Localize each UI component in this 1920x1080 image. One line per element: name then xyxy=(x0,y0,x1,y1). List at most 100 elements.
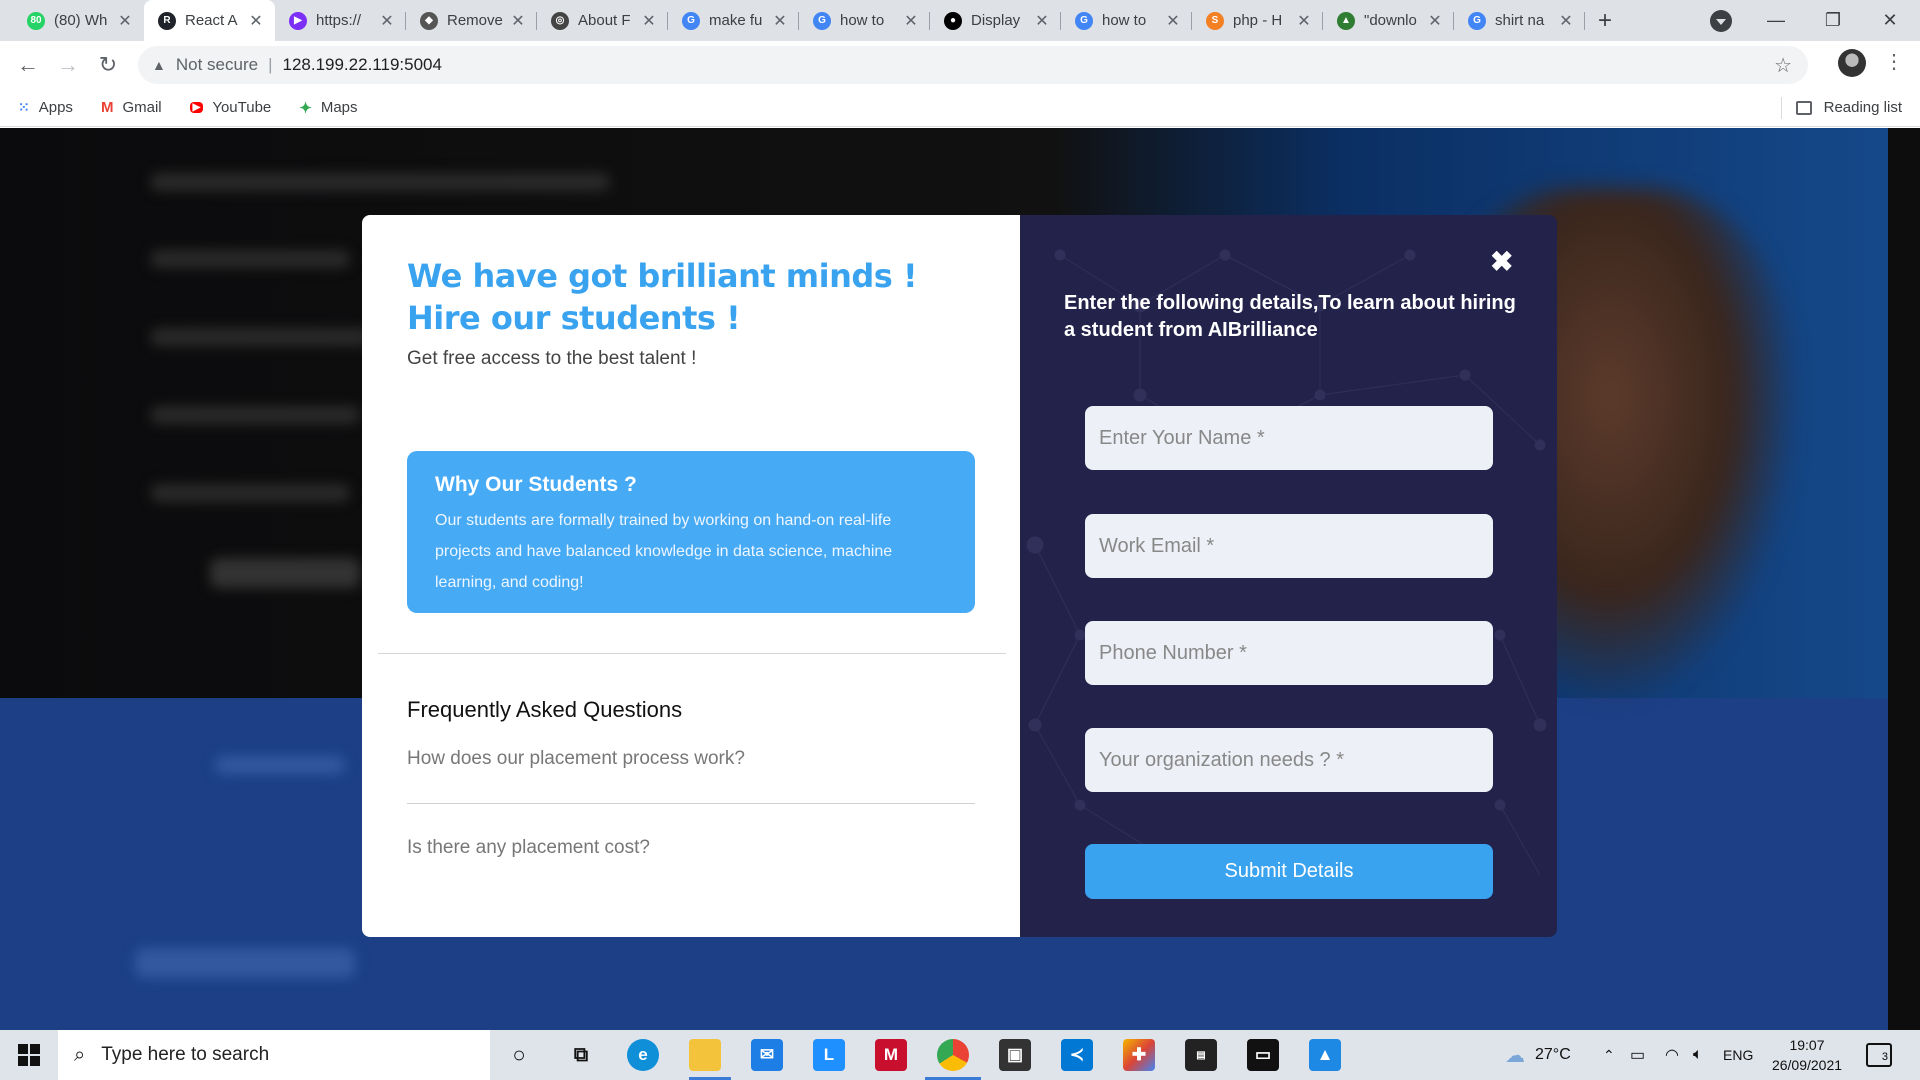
tab-close-icon[interactable]: ✕ xyxy=(378,11,396,31)
why-students-card: Why Our Students ? Our students are form… xyxy=(407,451,975,613)
photos-icon[interactable]: ▲ xyxy=(1309,1039,1341,1071)
faq-divider xyxy=(407,803,975,804)
modal-info-panel: We have got brilliant minds ! Hire our s… xyxy=(362,215,1020,937)
blurred-text xyxy=(215,756,345,774)
work-email-input[interactable] xyxy=(1085,514,1493,578)
weather-widget[interactable]: ☁ 27°C xyxy=(1505,1030,1571,1080)
search-icon: ⌕ xyxy=(74,1043,86,1066)
cortana-icon[interactable]: ○ xyxy=(503,1039,535,1071)
store-icon[interactable]: ▣ xyxy=(999,1039,1031,1071)
browser-tab[interactable]: ◆ Remove ✕ xyxy=(406,0,537,41)
profile-avatar[interactable] xyxy=(1838,49,1866,77)
faq-question-placement-process[interactable]: How does our placement process work? xyxy=(407,748,745,770)
tab-favicon-icon: S xyxy=(1206,11,1224,30)
tab-close-icon[interactable]: ✕ xyxy=(1426,11,1444,31)
restore-icon[interactable]: ❐ xyxy=(1805,0,1861,41)
browser-tab[interactable]: ● Display ✕ xyxy=(930,0,1061,41)
forward-icon[interactable]: → xyxy=(48,45,88,85)
tab-search-icon[interactable] xyxy=(1710,10,1732,32)
back-icon[interactable]: ← xyxy=(8,45,48,85)
windows-start-icon[interactable] xyxy=(18,1044,40,1066)
browser-tab[interactable]: Gmake fu ✕ xyxy=(668,0,799,41)
reload-icon[interactable]: ↻ xyxy=(88,45,128,85)
bookmark-star-icon[interactable]: ☆ xyxy=(1774,53,1792,78)
bookmark-gmail[interactable]: M Gmail xyxy=(101,99,162,116)
address-bar[interactable]: ▲ Not secure | 128.199.22.119:5004 ☆ xyxy=(138,46,1808,84)
tab-close-icon[interactable]: ✕ xyxy=(640,11,658,31)
phone-number-input[interactable] xyxy=(1085,621,1493,685)
volume-icon[interactable]: 🔈︎ xyxy=(1693,1030,1703,1080)
minimize-icon[interactable]: — xyxy=(1748,0,1804,41)
hire-students-modal: We have got brilliant minds ! Hire our s… xyxy=(362,215,1557,937)
browser-tab[interactable]: ◎ About F ✕ xyxy=(537,0,668,41)
why-card-title: Why Our Students ? xyxy=(435,473,637,496)
browser-tab[interactable]: Ghow to ✕ xyxy=(799,0,930,41)
browser-tab[interactable]: R React A ✕ xyxy=(144,0,275,41)
tab-close-icon[interactable]: ✕ xyxy=(247,11,265,31)
mail-icon[interactable]: ✉ xyxy=(751,1039,783,1071)
tab-title: php - H xyxy=(1233,12,1283,29)
tab-close-icon[interactable]: ✕ xyxy=(1164,11,1182,31)
window-close-icon[interactable]: ✕ xyxy=(1862,0,1918,41)
tab-close-icon[interactable]: ✕ xyxy=(116,11,134,31)
more-menu-icon[interactable]: ⋮ xyxy=(1884,49,1904,74)
address-separator: | xyxy=(268,55,273,74)
tab-favicon-icon: 80 xyxy=(27,11,45,30)
l-app-icon[interactable]: L xyxy=(813,1039,845,1071)
security-label[interactable]: Not secure xyxy=(176,55,258,75)
tab-title: Display xyxy=(971,12,1021,29)
tab-close-icon[interactable]: ✕ xyxy=(509,11,527,31)
task-view-icon[interactable]: ⧉ xyxy=(565,1039,597,1071)
edge-icon[interactable]: e xyxy=(627,1039,659,1071)
taskbar-search-box[interactable]: ⌕ Type here to search xyxy=(58,1030,490,1080)
tab-favicon-icon: ▶ xyxy=(289,11,307,30)
tab-close-icon[interactable]: ✕ xyxy=(902,11,920,31)
chrome-icon[interactable] xyxy=(937,1039,969,1071)
language-indicator[interactable]: ENG xyxy=(1723,1030,1753,1080)
game-app-icon[interactable]: ▤ xyxy=(1185,1039,1217,1071)
taskbar-search-placeholder: Type here to search xyxy=(101,1044,270,1065)
notification-center-icon[interactable]: 3 xyxy=(1866,1043,1892,1067)
paint-app-icon[interactable]: ✚ xyxy=(1123,1039,1155,1071)
tab-close-icon[interactable]: ✕ xyxy=(1295,11,1313,31)
wifi-icon[interactable]: ◠ xyxy=(1665,1030,1679,1080)
taskbar-clock[interactable]: 19:07 26/09/2021 xyxy=(1762,1035,1852,1075)
warning-icon[interactable]: ▲ xyxy=(152,57,166,73)
modal-close-icon[interactable]: ✖ xyxy=(1490,245,1513,278)
tab-separator xyxy=(1584,12,1585,30)
reading-list-icon xyxy=(1795,100,1812,115)
submit-details-button[interactable]: Submit Details xyxy=(1085,844,1493,899)
reading-list-button[interactable]: Reading list xyxy=(1795,99,1902,116)
tab-close-icon[interactable]: ✕ xyxy=(771,11,789,31)
tab-favicon-icon: ● xyxy=(944,11,962,30)
tab-strip: 80 (80) Wh ✕ R React A ✕ ▶ https:// ✕ ◆ Remove ✕ ◎ Ab… xyxy=(0,0,1920,41)
bookmarks-bar: ⁙ Apps M Gmail ▶ YouTube ✦ Maps Reading … xyxy=(0,89,1920,127)
browser-tab[interactable]: ▶ https:// ✕ xyxy=(275,0,406,41)
tray-expand-icon[interactable]: ⌃ xyxy=(1603,1030,1615,1080)
browser-tab[interactable]: Ghow to ✕ xyxy=(1061,0,1192,41)
browser-tab[interactable]: Gshirt na ✕ xyxy=(1454,0,1585,41)
bookmark-maps[interactable]: ✦ Maps xyxy=(299,99,357,117)
tab-close-icon[interactable]: ✕ xyxy=(1033,11,1051,31)
bookmark-apps[interactable]: ⁙ Apps xyxy=(18,99,73,116)
mcafee-icon[interactable]: M xyxy=(875,1039,907,1071)
browser-tab[interactable]: 80 (80) Wh ✕ xyxy=(13,0,144,41)
tab-close-icon[interactable]: ✕ xyxy=(1557,11,1575,31)
browser-tab[interactable]: ▲ "downlo ✕ xyxy=(1323,0,1454,41)
name-input[interactable] xyxy=(1085,406,1493,470)
blurred-text xyxy=(150,406,360,424)
battery-icon[interactable]: ▭ xyxy=(1630,1030,1645,1080)
vscode-icon[interactable]: ≺ xyxy=(1061,1039,1093,1071)
page-scrollbar[interactable] xyxy=(1888,128,1920,1030)
organization-needs-input[interactable] xyxy=(1085,728,1493,792)
terminal-icon[interactable]: ▭ xyxy=(1247,1039,1279,1071)
url-text[interactable]: 128.199.22.119:5004 xyxy=(282,55,441,75)
new-tab-button[interactable]: + xyxy=(1585,0,1625,41)
faq-question-placement-cost[interactable]: Is there any placement cost? xyxy=(407,837,650,859)
blurred-text xyxy=(150,328,370,346)
file-explorer-icon[interactable] xyxy=(689,1039,721,1071)
bookmark-youtube[interactable]: ▶ YouTube xyxy=(189,99,271,116)
notification-count: 3 xyxy=(1881,1051,1888,1063)
browser-tab[interactable]: Sphp - H ✕ xyxy=(1192,0,1323,41)
tab-title: make fu xyxy=(709,12,763,29)
